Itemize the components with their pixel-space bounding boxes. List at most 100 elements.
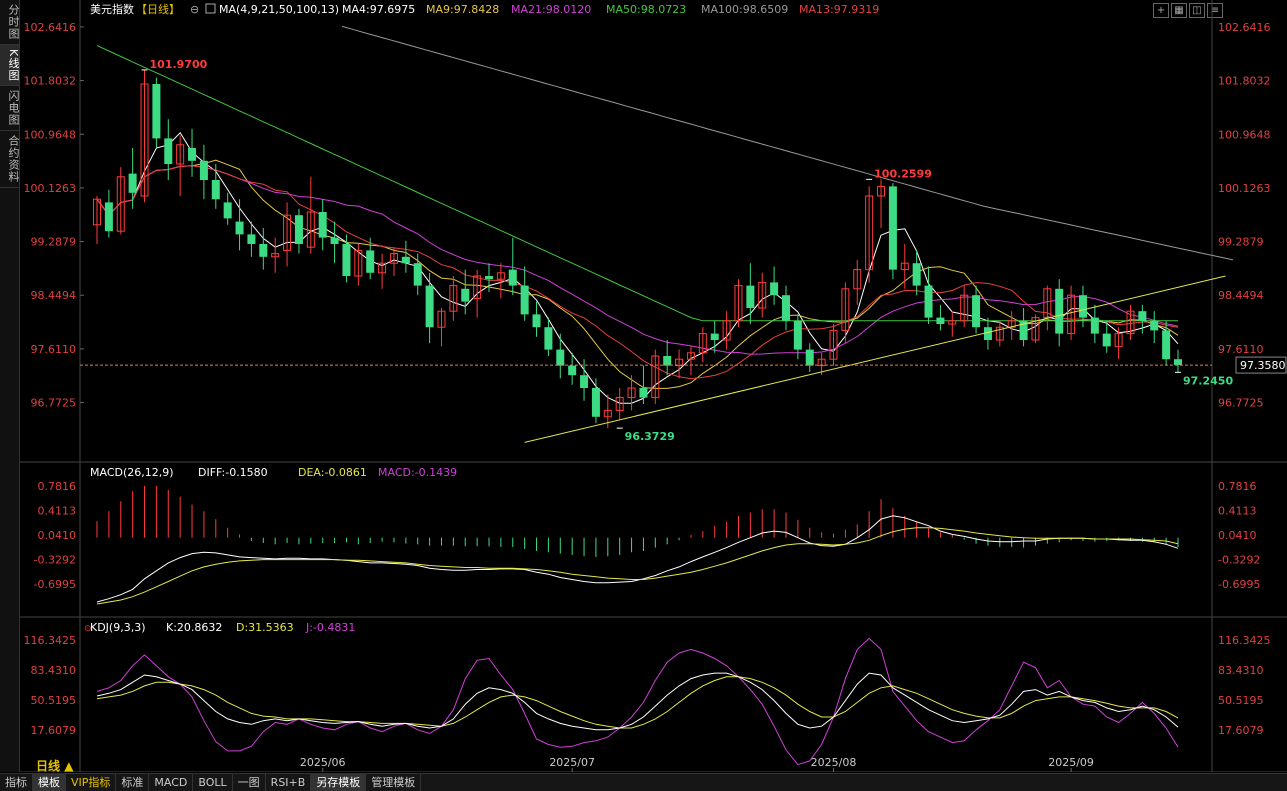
x-label-1: 2025/07 [549,756,595,769]
candle-body-1 [104,202,113,232]
kdj-title: KDJ(9,3,3) [90,621,146,634]
candle-body-57 [770,282,779,296]
y-tick-left-4: 99.2879 [31,236,77,249]
extreme-label-1: 96.3729 [625,430,675,443]
y-tick-left-6: 97.6110 [31,343,77,356]
candle-body-83 [1078,295,1087,318]
macd-tick-right-3: -0.3292 [1218,554,1260,567]
candle-body-46 [639,388,648,398]
candle-body-27 [413,263,422,286]
candle-body-40 [568,365,577,376]
y-tick-right-1: 101.8032 [1218,75,1271,88]
candle-body-52 [710,333,719,340]
macd-tick-right-0: 0.7816 [1218,480,1257,493]
kdj-tick-left-1: 83.4310 [31,664,77,677]
candle-body-59 [793,320,802,350]
y-tick-left-3: 100.1263 [24,182,77,195]
ma-line-9 [96,159,1179,389]
macd-tick-right-4: -0.6995 [1218,578,1260,591]
ma-line-13 [96,165,1179,380]
candle-body-13 [247,234,256,244]
macd-histogram [96,485,1179,557]
candle-body-8 [188,148,197,161]
macd-title: MACD(26,12,9) [90,466,174,479]
toolbar-button-1[interactable]: 模板 [33,774,66,791]
macd-legend-0: DIFF:-0.1580 [198,466,268,479]
tab-flash[interactable]: 闪电图 [0,86,20,132]
candle-body-89 [1150,320,1159,331]
tab-contract-info[interactable]: 合约资料 [0,131,20,189]
toolbar-button-2[interactable]: VIP指标 [66,774,117,791]
candle-body-19 [318,212,327,238]
candle-body-75 [983,327,992,340]
y-tick-right-3: 100.1263 [1218,182,1271,195]
toolbar-button-9[interactable]: 管理模板 [366,774,422,791]
x-label-2: 2025/08 [811,756,857,769]
kdj-tick-right-2: 50.5195 [1218,694,1264,707]
macd-tick-left-3: -0.3292 [34,554,76,567]
kdj-k-line [96,672,1179,731]
tab-kline[interactable]: K线图 [0,45,20,87]
y-tick-left-0: 102.6416 [24,21,77,34]
current-price-label: 97.3580 [1240,359,1286,372]
ma-legend-5: MA13:97.9319 [799,3,879,16]
kdj-legend-1: D:31.5363 [236,621,294,634]
ma-legend-1: MA9:97.8428 [426,3,499,16]
y-tick-left-7: 96.7725 [31,397,77,410]
candle-body-9 [199,160,208,180]
ma-legend-2: MA21:98.0120 [511,3,591,16]
candle-body-14 [259,244,268,257]
candle-body-33 [485,276,494,280]
candle-body-6 [164,138,173,164]
kdj-tick-right-0: 116.3425 [1218,634,1271,647]
kdj-tick-right-1: 83.4310 [1218,664,1264,677]
candle-body-58 [781,295,790,321]
ma-legend-4: MA100:98.6509 [701,3,788,16]
toolbar-button-4[interactable]: MACD [149,774,194,791]
extreme-label-3: 97.2450 [1183,374,1233,387]
x-label-3: 2025/09 [1048,756,1094,769]
candle-body-67 [888,186,897,270]
macd-tick-right-2: 0.0410 [1218,529,1257,542]
kdj-legend-2: J:-0.4831 [305,621,355,634]
candle-body-35 [508,269,517,286]
toolbar-button-8[interactable]: 另存模板 [311,774,367,791]
kdj-tick-left-2: 50.5195 [31,694,77,707]
candle-body-84 [1090,317,1099,334]
candles [93,69,1182,429]
y-tick-left-2: 100.9648 [24,128,77,141]
toolbar-button-7[interactable]: RSI+B [266,774,312,791]
y-tick-left-5: 98.4494 [31,289,77,302]
y-tick-right-4: 99.2879 [1218,236,1264,249]
candle-body-88 [1138,311,1147,321]
toolbar-button-5[interactable]: BOLL [193,774,233,791]
kdj-tick-left-3: 17.6079 [31,724,77,737]
candle-body-39 [556,349,565,366]
ma-params: MA(4,9,21,50,100,13) [219,3,339,16]
ma-legend-3: MA50:98.0723 [606,3,686,16]
period-selector[interactable]: 日线 ▲ [36,757,73,774]
candle-body-85 [1102,333,1111,347]
ma-line-4 [96,131,1179,404]
toolbar-button-3[interactable]: 标准 [116,774,150,791]
bottom-toolbar: 指标 模板 VIP指标 标准 MACD BOLL 一图 RSI+B 另存模板 管理模板 [0,773,1287,791]
tab-timeshare[interactable]: 分时图 [0,0,20,45]
candle-body-17 [294,215,303,244]
kline-chart[interactable]: 102.6416 102.6416 101.8032 101.8032 100.9648… [20,0,1287,772]
kdj-tick-right-3: 17.6079 [1218,724,1264,737]
candle-body-90 [1162,330,1171,360]
candle-body-41 [580,375,589,388]
sidebar: 分时图 K线图 闪电图 合约资料 [0,0,20,772]
candle-body-38 [544,327,553,350]
macd-tick-left-2: 0.0410 [38,529,77,542]
candle-body-21 [342,244,351,276]
y-tick-right-7: 96.7725 [1218,397,1264,410]
y-tick-right-2: 100.9648 [1218,128,1271,141]
toolbar-button-0[interactable]: 指标 [0,774,33,791]
candle-body-42 [591,388,600,417]
toolbar-button-6[interactable]: 一图 [233,774,266,791]
candle-body-91 [1174,359,1182,365]
candle-body-5 [152,84,161,139]
candle-body-70 [924,285,933,318]
y-tick-right-6: 97.6110 [1218,343,1264,356]
